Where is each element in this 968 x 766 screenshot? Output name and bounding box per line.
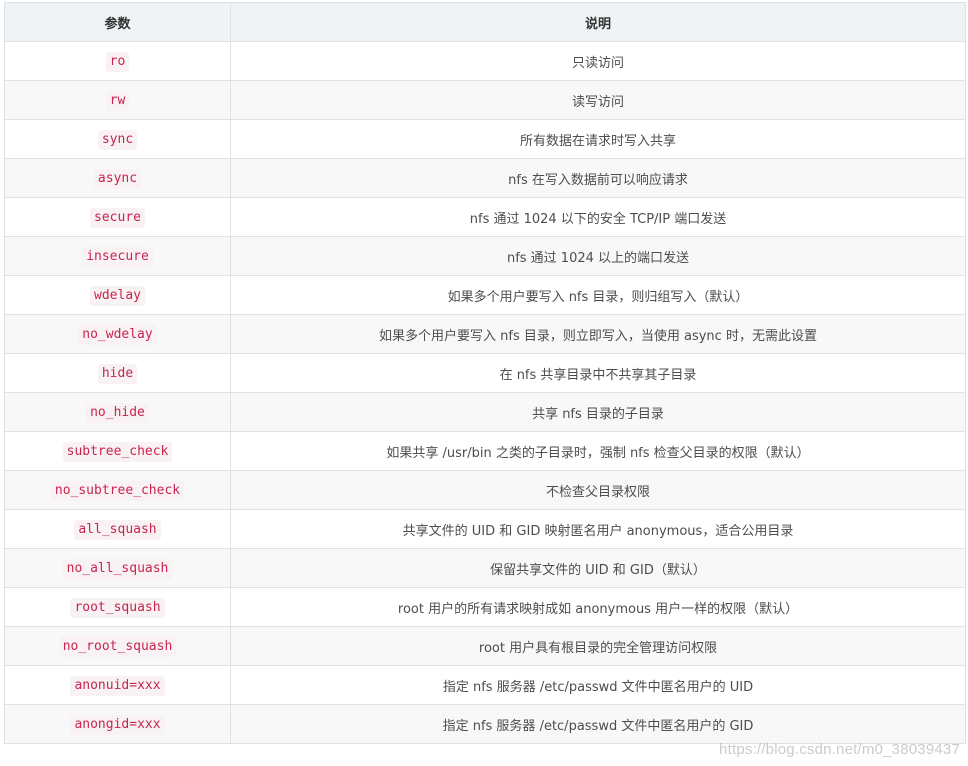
table-row: anongid=xxx 指定 nfs 服务器 /etc/passwd 文件中匿名用… [4, 704, 966, 744]
table-row: secure nfs 通过 1024 以下的安全 TCP/IP 端口发送 [4, 197, 966, 237]
param-code: anongid=xxx [70, 715, 165, 735]
description-text: nfs 在写入数据前可以响应请求 [508, 172, 688, 188]
table-row: rw 读写访问 [4, 80, 966, 120]
description-cell: 指定 nfs 服务器 /etc/passwd 文件中匿名用户的 GID [230, 704, 966, 744]
table-row: subtree_check 如果共享 /usr/bin 之类的子目录时，强制 nf… [4, 431, 966, 471]
description-cell: 只读访问 [230, 41, 966, 81]
param-cell: subtree_check [4, 431, 231, 471]
table-row: root_squash root 用户的所有请求映射成如 anonymous 用户… [4, 587, 966, 627]
param-cell: anonuid=xxx [4, 665, 231, 705]
param-code: no_wdelay [78, 325, 157, 345]
description-cell: 共享 nfs 目录的子目录 [230, 392, 966, 432]
description-text: 读写访问 [571, 94, 624, 110]
description-text: 共享 nfs 目录的子目录 [532, 406, 664, 422]
param-code: ro [105, 52, 130, 72]
table-row: wdelay 如果多个用户要写入 nfs 目录，则归组写入（默认） [4, 275, 966, 315]
table-row: no_wdelay 如果多个用户要写入 nfs 目录，则立即写入，当使用 asyn… [4, 314, 966, 354]
table-row: no_subtree_check 不检查父目录权限 [4, 470, 966, 510]
table-row: sync 所有数据在请求时写入共享 [4, 119, 966, 159]
table-row: hide 在 nfs 共享目录中不共享其子目录 [4, 353, 966, 393]
table-row: anonuid=xxx 指定 nfs 服务器 /etc/passwd 文件中匿名用… [4, 665, 966, 705]
watermark: https://blog.csdn.net/m0_38039437 [719, 741, 960, 758]
description-text: 如果共享 /usr/bin 之类的子目录时，强制 nfs 检查父目录的权限（默认… [386, 445, 810, 461]
param-cell: root_squash [4, 587, 231, 627]
description-cell: 如果共享 /usr/bin 之类的子目录时，强制 nfs 检查父目录的权限（默认… [230, 431, 966, 471]
param-cell: rw [4, 80, 231, 120]
table-body: ro 只读访问 rw 读写访问 sync 所有数据在请求时写入共享 async nfs 在写入… [4, 41, 966, 744]
param-cell: hide [4, 353, 231, 393]
description-cell: 如果多个用户要写入 nfs 目录，则归组写入（默认） [230, 275, 966, 315]
description-text: 保留共享文件的 UID 和 GID（默认） [490, 562, 706, 578]
param-code: all_squash [74, 520, 161, 540]
header-param: 参数 [4, 2, 231, 42]
description-text: 不检查父目录权限 [545, 484, 650, 500]
table-header-row: 参数 说明 [4, 2, 966, 42]
param-cell: anongid=xxx [4, 704, 231, 744]
description-cell: 保留共享文件的 UID 和 GID（默认） [230, 548, 966, 588]
param-code: no_root_squash [58, 637, 177, 657]
param-code: async [93, 169, 142, 189]
description-cell: 共享文件的 UID 和 GID 映射匿名用户 anonymous，适合公用目录 [230, 509, 966, 549]
param-code: no_subtree_check [50, 481, 185, 501]
description-cell: root 用户具有根目录的完全管理访问权限 [230, 626, 966, 666]
description-cell: 不检查父目录权限 [230, 470, 966, 510]
table-row: no_root_squash root 用户具有根目录的完全管理访问权限 [4, 626, 966, 666]
param-code: secure [90, 208, 145, 228]
table-row: no_all_squash 保留共享文件的 UID 和 GID（默认） [4, 548, 966, 588]
description-cell: 所有数据在请求时写入共享 [230, 119, 966, 159]
description-text: 如果多个用户要写入 nfs 目录，则立即写入，当使用 async 时，无需此设置 [379, 328, 817, 344]
param-cell: insecure [4, 236, 231, 276]
description-text: nfs 通过 1024 以下的安全 TCP/IP 端口发送 [469, 211, 727, 227]
param-code: wdelay [90, 286, 145, 306]
param-code: hide [97, 364, 138, 384]
description-cell: root 用户的所有请求映射成如 anonymous 用户一样的权限（默认） [230, 587, 966, 627]
param-code: sync [97, 130, 138, 150]
description-text: root 用户的所有请求映射成如 anonymous 用户一样的权限（默认） [397, 601, 799, 617]
description-text: 只读访问 [571, 55, 624, 71]
param-cell: ro [4, 41, 231, 81]
param-cell: all_squash [4, 509, 231, 549]
param-cell: no_root_squash [4, 626, 231, 666]
param-cell: secure [4, 197, 231, 237]
param-code: root_squash [70, 598, 165, 618]
description-text: 在 nfs 共享目录中不共享其子目录 [499, 367, 697, 383]
description-cell: 在 nfs 共享目录中不共享其子目录 [230, 353, 966, 393]
description-cell: 指定 nfs 服务器 /etc/passwd 文件中匿名用户的 UID [230, 665, 966, 705]
description-text: nfs 通过 1024 以上的端口发送 [506, 250, 690, 266]
table-row: no_hide 共享 nfs 目录的子目录 [4, 392, 966, 432]
param-cell: wdelay [4, 275, 231, 315]
param-code: subtree_check [62, 442, 173, 462]
table-row: async nfs 在写入数据前可以响应请求 [4, 158, 966, 198]
description-text: 指定 nfs 服务器 /etc/passwd 文件中匿名用户的 UID [442, 679, 754, 695]
table-row: all_squash 共享文件的 UID 和 GID 映射匿名用户 anonymo… [4, 509, 966, 549]
description-cell: 读写访问 [230, 80, 966, 120]
param-cell: no_subtree_check [4, 470, 231, 510]
param-code: insecure [82, 247, 153, 267]
description-cell: nfs 通过 1024 以下的安全 TCP/IP 端口发送 [230, 197, 966, 237]
param-cell: async [4, 158, 231, 198]
description-text: root 用户具有根目录的完全管理访问权限 [478, 640, 718, 656]
param-cell: sync [4, 119, 231, 159]
description-cell: nfs 通过 1024 以上的端口发送 [230, 236, 966, 276]
param-cell: no_wdelay [4, 314, 231, 354]
description-text: 指定 nfs 服务器 /etc/passwd 文件中匿名用户的 GID [442, 718, 754, 734]
nfs-export-options-table: 参数 说明 ro 只读访问 rw 读写访问 sync 所有数据在请求时写入共享 async n… [4, 2, 966, 744]
table-row: insecure nfs 通过 1024 以上的端口发送 [4, 236, 966, 276]
param-cell: no_hide [4, 392, 231, 432]
param-code: anonuid=xxx [70, 676, 165, 696]
param-code: rw [105, 91, 130, 111]
description-text: 如果多个用户要写入 nfs 目录，则归组写入（默认） [447, 289, 749, 305]
description-text: 所有数据在请求时写入共享 [519, 133, 676, 149]
description-cell: 如果多个用户要写入 nfs 目录，则立即写入，当使用 async 时，无需此设置 [230, 314, 966, 354]
param-cell: no_all_squash [4, 548, 231, 588]
table-row: ro 只读访问 [4, 41, 966, 81]
description-cell: nfs 在写入数据前可以响应请求 [230, 158, 966, 198]
header-description: 说明 [230, 2, 966, 42]
param-code: no_all_squash [62, 559, 173, 579]
param-code: no_hide [86, 403, 149, 423]
description-text: 共享文件的 UID 和 GID 映射匿名用户 anonymous，适合公用目录 [402, 523, 794, 539]
